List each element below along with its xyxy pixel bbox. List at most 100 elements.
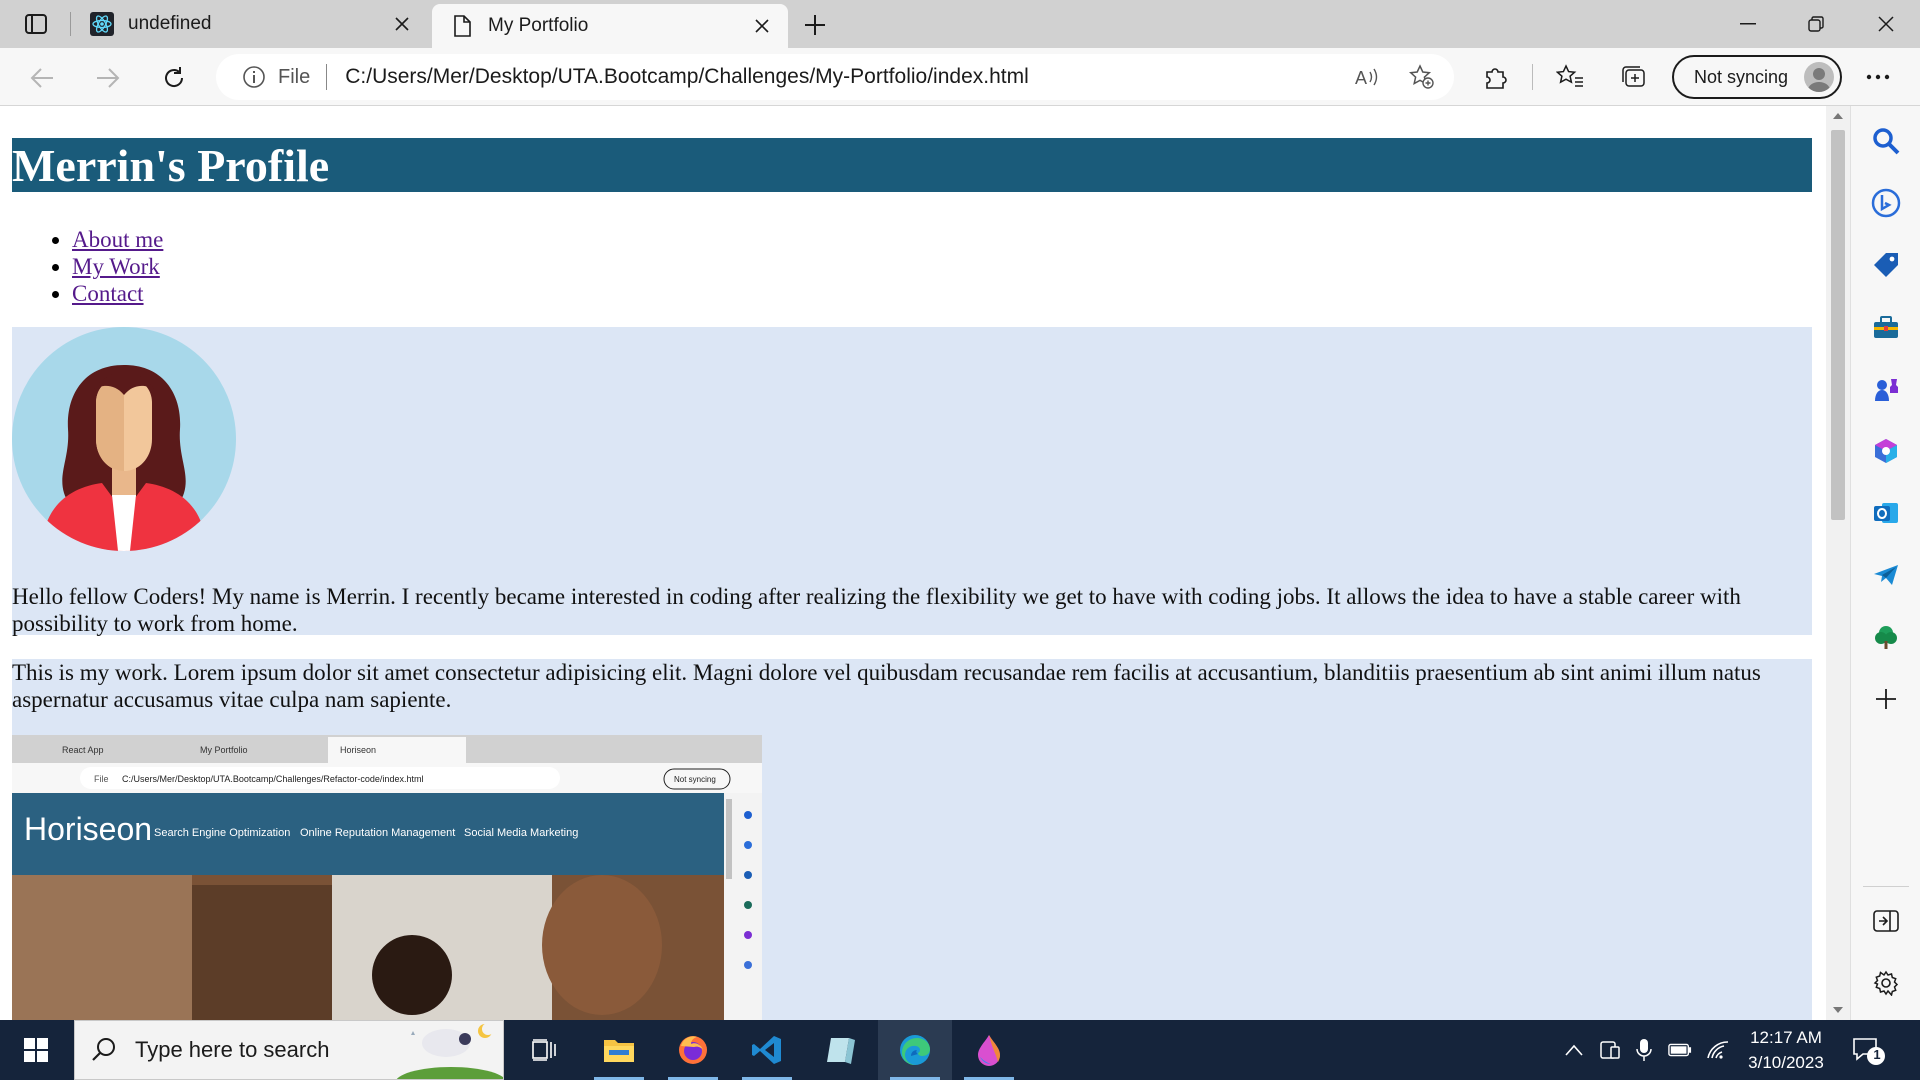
notepad-button[interactable]	[804, 1020, 878, 1080]
restore-button[interactable]	[1782, 0, 1850, 48]
page-icon	[450, 14, 474, 38]
address-divider	[326, 64, 328, 90]
minimize-icon	[1740, 23, 1756, 25]
favorites-button[interactable]	[1554, 61, 1586, 93]
shot-tab-2: My Portfolio	[200, 745, 248, 755]
tools-icon[interactable]	[1869, 310, 1903, 344]
start-button[interactable]	[0, 1020, 72, 1080]
tab-separator	[70, 12, 71, 36]
tab-undefined[interactable]: undefined	[72, 0, 428, 48]
close-tab-icon[interactable]	[750, 14, 774, 38]
info-icon[interactable]	[240, 63, 268, 91]
settings-icon[interactable]	[1869, 966, 1903, 1000]
task-view-button[interactable]	[508, 1020, 582, 1080]
scroll-up-icon[interactable]	[1832, 110, 1844, 122]
microphone-icon[interactable]	[1632, 1038, 1656, 1062]
battery-icon[interactable]	[1668, 1038, 1692, 1062]
games-icon[interactable]	[1869, 372, 1903, 406]
paint-button[interactable]	[952, 1020, 1026, 1080]
add-icon[interactable]	[1869, 682, 1903, 716]
file-explorer-button[interactable]	[582, 1020, 656, 1080]
tab-title: undefined	[128, 13, 212, 34]
system-clock[interactable]: 12:17 AM 3/10/2023	[1738, 1025, 1834, 1075]
close-window-button[interactable]	[1852, 0, 1920, 48]
clock-time: 12:17 AM	[1750, 1028, 1822, 1047]
about-section: Hello fellow Coders! My name is Merrin. …	[12, 327, 1812, 636]
project-screenshot[interactable]: React App My Portfolio Horiseon File C:/…	[12, 735, 762, 1020]
clock-date: 3/10/2023	[1748, 1053, 1824, 1072]
url-text[interactable]: C:/Users/Mer/Desktop/UTA.Bootcamp/Challe…	[345, 65, 1029, 89]
shot-nav-2: Online Reputation Management	[300, 827, 455, 839]
tab-my-portfolio[interactable]: My Portfolio	[432, 4, 788, 48]
add-favorite-icon[interactable]	[1408, 63, 1436, 91]
shot-file-label: File	[94, 774, 109, 784]
search-icon[interactable]	[1869, 124, 1903, 158]
taskbar-search[interactable]: Type here to search	[74, 1020, 504, 1080]
shopping-tag-icon[interactable]	[1869, 248, 1903, 282]
notification-center-button[interactable]: 1	[1852, 1036, 1886, 1066]
collections-button[interactable]	[1618, 61, 1650, 93]
sidebar-divider	[1863, 886, 1909, 887]
contact-link[interactable]: Contact	[72, 281, 144, 306]
back-button[interactable]	[24, 60, 60, 96]
wifi-icon[interactable]	[1706, 1038, 1730, 1062]
scroll-down-icon[interactable]	[1832, 1004, 1844, 1016]
device-icon[interactable]	[1598, 1038, 1622, 1062]
new-tab-button[interactable]	[800, 10, 830, 40]
browser-toolbar: File C:/Users/Mer/Desktop/UTA.Bootcamp/C…	[0, 48, 1920, 106]
page-scrollbar[interactable]	[1826, 106, 1850, 1020]
profile-status: Not syncing	[1694, 66, 1789, 87]
settings-more-button[interactable]	[1862, 61, 1894, 93]
chevron-up-icon	[1565, 1044, 1583, 1056]
nav-item-contact: Contact	[72, 280, 1812, 307]
back-arrow-icon	[30, 68, 53, 88]
shot-tab-1: React App	[62, 745, 104, 755]
tab-actions-icon	[25, 14, 47, 34]
react-icon	[90, 12, 114, 36]
project-screenshot-image: React App My Portfolio Horiseon File C:/…	[12, 735, 762, 1020]
show-hidden-icons-button[interactable]	[1562, 1038, 1586, 1062]
hide-sidebar-icon[interactable]	[1869, 904, 1903, 938]
windows-logo-icon	[24, 1038, 48, 1062]
outlook-icon[interactable]	[1869, 496, 1903, 530]
minimize-button[interactable]	[1714, 0, 1782, 48]
vscode-button[interactable]	[730, 1020, 804, 1080]
bing-icon[interactable]	[1869, 186, 1903, 220]
more-icon	[1866, 74, 1890, 80]
close-icon	[1878, 16, 1894, 32]
edge-sidebar	[1850, 106, 1920, 1020]
restore-icon	[1808, 16, 1824, 32]
profile-avatar-image	[12, 327, 236, 551]
tab-actions-button[interactable]	[14, 10, 58, 38]
shot-brand: Horiseon	[24, 811, 152, 847]
scroll-thumb[interactable]	[1831, 130, 1845, 520]
refresh-button[interactable]	[156, 60, 192, 96]
nav-item-work: My Work	[72, 253, 1812, 280]
read-aloud-icon[interactable]: A	[1354, 63, 1382, 91]
task-view-icon	[532, 1039, 556, 1061]
tab-title: My Portfolio	[488, 15, 589, 36]
work-text: This is my work. Lorem ipsum dolor sit a…	[12, 660, 1761, 712]
tree-icon[interactable]	[1869, 620, 1903, 654]
about-text: Hello fellow Coders! My name is Merrin. …	[12, 584, 1741, 636]
forward-button[interactable]	[90, 60, 126, 96]
microsoft-365-icon[interactable]	[1869, 434, 1903, 468]
edge-button[interactable]	[878, 1020, 952, 1080]
search-placeholder: Type here to search	[135, 1037, 330, 1062]
plus-icon	[805, 15, 825, 35]
vscode-icon	[752, 1036, 781, 1064]
extensions-button[interactable]	[1480, 61, 1512, 93]
shot-nav-1: Search Engine Optimization	[154, 827, 290, 839]
close-tab-icon[interactable]	[390, 12, 414, 36]
address-bar[interactable]: File C:/Users/Mer/Desktop/UTA.Bootcamp/C…	[216, 54, 1454, 100]
my-work-link[interactable]: My Work	[72, 254, 160, 279]
refresh-icon	[165, 67, 184, 87]
shot-tab-3: Horiseon	[340, 745, 376, 755]
page-viewport: Merrin's Profile About me My Work Contac…	[0, 106, 1826, 1020]
profile-button[interactable]: Not syncing	[1672, 55, 1842, 99]
edge-icon	[900, 1035, 930, 1065]
firefox-button[interactable]	[656, 1020, 730, 1080]
paint-icon	[978, 1035, 1000, 1066]
telegram-icon[interactable]	[1869, 558, 1903, 592]
about-me-link[interactable]: About me	[72, 227, 163, 252]
